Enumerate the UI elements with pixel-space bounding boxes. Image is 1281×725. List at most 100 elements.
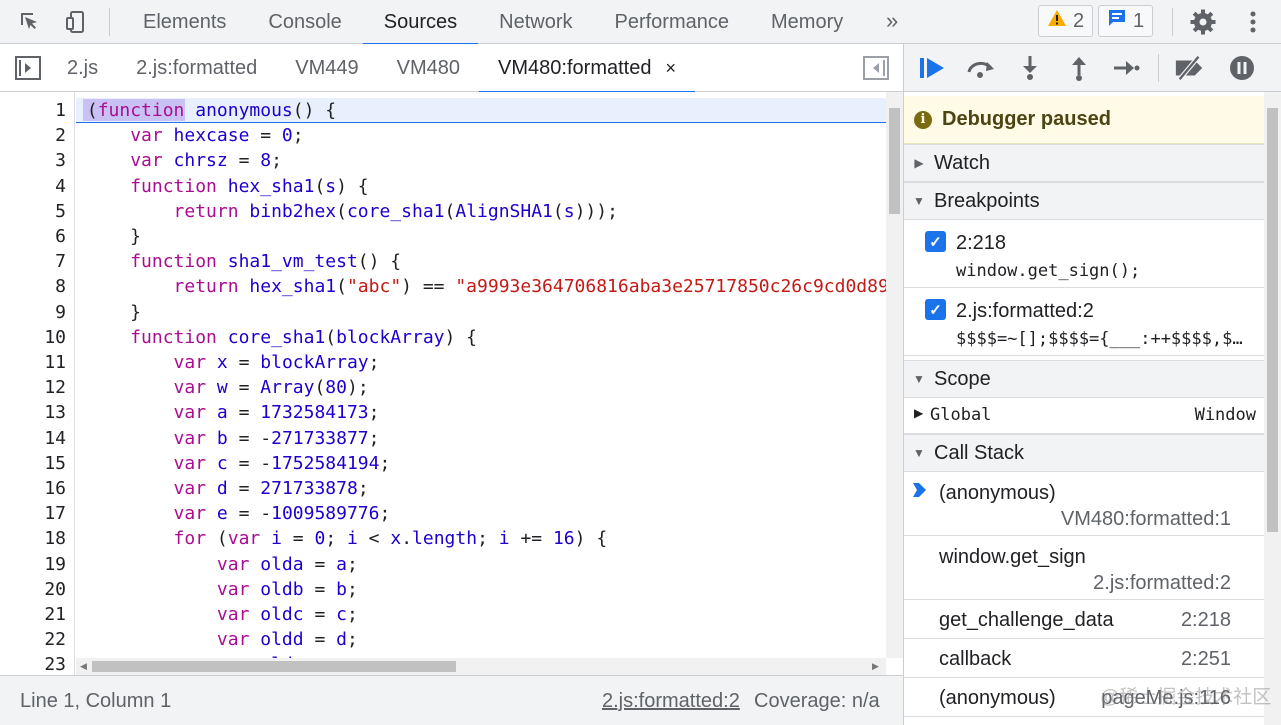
- scroll-left-icon[interactable]: ◀: [80, 661, 87, 672]
- call-frame-location[interactable]: 2.js:formatted:2: [1093, 572, 1231, 595]
- toggle-debugger-icon[interactable]: [862, 54, 890, 82]
- scope-global-row[interactable]: ▶ Global Window: [904, 398, 1264, 434]
- toggle-navigator-icon[interactable]: [14, 54, 42, 82]
- line-number[interactable]: 19: [6, 552, 66, 577]
- call-frame[interactable]: callback 2:251: [904, 639, 1264, 678]
- code-editor[interactable]: 1 2 3 4 5 6 7 8 9 10 11 12 13 14 15 16 17 18 19 20 21 22 23 (f…: [0, 92, 903, 675]
- close-icon[interactable]: ×: [665, 58, 676, 79]
- tab-performance[interactable]: Performance: [594, 0, 751, 44]
- line-number[interactable]: 17: [6, 501, 66, 526]
- tab-memory[interactable]: Memory: [750, 0, 864, 44]
- tab-console[interactable]: Console: [247, 0, 362, 44]
- horizontal-scrollbar[interactable]: ◀ ▶: [76, 658, 886, 675]
- line-number[interactable]: 9: [6, 300, 66, 325]
- call-frame[interactable]: window.get_sign 2.js:formatted:2: [904, 536, 1264, 600]
- file-tab-2js-formatted[interactable]: 2.js:formatted: [117, 44, 276, 92]
- file-tab-2js[interactable]: 2.js: [48, 44, 117, 92]
- warnings-badge[interactable]: 2: [1038, 5, 1094, 37]
- step-out-icon[interactable]: [1063, 54, 1095, 82]
- code-line[interactable]: var e = -1009589776;: [76, 501, 391, 526]
- call-frame[interactable]: get_challenge_data 2:218: [904, 600, 1264, 639]
- code-line[interactable]: }: [76, 224, 141, 249]
- code-line[interactable]: }: [76, 300, 141, 325]
- code-line[interactable]: for (var i = 0; i < x.length; i += 16) {: [76, 526, 608, 551]
- code-line[interactable]: var w = Array(80);: [76, 375, 369, 400]
- code-line[interactable]: var a = 1732584173;: [76, 400, 380, 425]
- call-frame-selected[interactable]: (anonymous) VM480:formatted:1: [904, 472, 1264, 536]
- scrollbar-thumb[interactable]: [1267, 108, 1278, 532]
- line-number[interactable]: 4: [6, 174, 66, 199]
- line-number[interactable]: 10: [6, 325, 66, 350]
- resume-icon[interactable]: [916, 54, 948, 82]
- breakpoints-section-header[interactable]: ▼ Breakpoints: [904, 182, 1264, 220]
- scroll-right-icon[interactable]: ▶: [872, 661, 879, 672]
- code-line[interactable]: var x = blockArray;: [76, 350, 380, 375]
- breakpoint-item[interactable]: ✓ 2:218 window.get_sign();: [904, 220, 1264, 288]
- line-number[interactable]: 7: [6, 249, 66, 274]
- code-line[interactable]: function hex_sha1(s) {: [76, 174, 368, 199]
- gear-icon[interactable]: [1189, 8, 1217, 36]
- file-tab-vm449[interactable]: VM449: [276, 44, 377, 92]
- more-tabs-icon[interactable]: »: [886, 8, 898, 34]
- more-options-icon[interactable]: [1239, 8, 1267, 36]
- code-line[interactable]: var d = 271733878;: [76, 476, 369, 501]
- scope-section-header[interactable]: ▼ Scope: [904, 360, 1264, 398]
- line-number-gutter[interactable]: 1 2 3 4 5 6 7 8 9 10 11 12 13 14 15 16 17 18 19 20 21 22 23: [0, 92, 75, 675]
- file-tab-vm480[interactable]: VM480: [378, 44, 479, 92]
- code-line[interactable]: var b = -271733877;: [76, 426, 380, 451]
- vertical-scrollbar[interactable]: [886, 92, 903, 658]
- scrollbar-thumb[interactable]: [92, 661, 456, 672]
- code-line[interactable]: var chrsz = 8;: [76, 148, 282, 173]
- step-icon[interactable]: [1110, 54, 1142, 82]
- code-line[interactable]: var olda = a;: [76, 552, 358, 577]
- deactivate-breakpoints-icon[interactable]: [1174, 54, 1206, 82]
- pause-on-exceptions-icon[interactable]: [1226, 54, 1258, 82]
- file-tab-vm480-formatted[interactable]: VM480:formatted ×: [479, 44, 695, 93]
- code-line[interactable]: return binb2hex(core_sha1(AlignSHA1(s)))…: [76, 199, 618, 224]
- scrollbar-thumb[interactable]: [889, 108, 900, 214]
- step-into-icon[interactable]: [1014, 54, 1046, 82]
- line-number[interactable]: 22: [6, 627, 66, 652]
- call-frame-location[interactable]: 2:251: [1181, 648, 1231, 671]
- code-line[interactable]: (function anonymous() {: [76, 98, 336, 123]
- code-line[interactable]: var oldb = b;: [76, 577, 358, 602]
- code-line[interactable]: function core_sha1(blockArray) {: [76, 325, 477, 350]
- line-number[interactable]: 11: [6, 350, 66, 375]
- step-over-icon[interactable]: [965, 54, 997, 82]
- breakpoint-checkbox[interactable]: ✓: [925, 231, 946, 252]
- code-content[interactable]: (function anonymous() { var hexcase = 0;…: [76, 92, 886, 658]
- messages-badge[interactable]: 1: [1098, 5, 1154, 37]
- code-line[interactable]: var oldd = d;: [76, 627, 358, 652]
- line-number[interactable]: 16: [6, 476, 66, 501]
- sidebar-scrollbar[interactable]: [1264, 92, 1281, 725]
- line-number[interactable]: 20: [6, 577, 66, 602]
- tab-elements[interactable]: Elements: [122, 0, 247, 44]
- line-number[interactable]: 2: [6, 123, 66, 148]
- line-number[interactable]: 6: [6, 224, 66, 249]
- line-number[interactable]: 12: [6, 375, 66, 400]
- line-number[interactable]: 23: [6, 652, 66, 675]
- code-line[interactable]: var c = -1752584194;: [76, 451, 391, 476]
- line-number[interactable]: 18: [6, 526, 66, 551]
- line-number[interactable]: 8: [6, 274, 66, 299]
- tab-sources[interactable]: Sources: [362, 0, 479, 45]
- call-stack-section-header[interactable]: ▼ Call Stack: [904, 434, 1264, 472]
- inspect-element-icon[interactable]: [16, 8, 44, 36]
- breakpoint-checkbox[interactable]: ✓: [925, 299, 946, 320]
- code-line[interactable]: var oldc = c;: [76, 602, 358, 627]
- code-line[interactable]: function sha1_vm_test() {: [76, 249, 401, 274]
- line-number[interactable]: 3: [6, 148, 66, 173]
- code-line[interactable]: return hex_sha1("abc") == "a9993e3647068…: [76, 274, 886, 299]
- call-frame-location[interactable]: VM480:formatted:1: [1061, 508, 1231, 531]
- code-line[interactable]: var hexcase = 0;: [76, 123, 303, 148]
- device-toolbar-icon[interactable]: [62, 8, 90, 36]
- call-frame-location[interactable]: 2:218: [1181, 609, 1231, 632]
- tab-network[interactable]: Network: [478, 0, 593, 44]
- line-number[interactable]: 13: [6, 400, 66, 425]
- line-number[interactable]: 15: [6, 451, 66, 476]
- line-number[interactable]: 14: [6, 426, 66, 451]
- breakpoint-item[interactable]: ✓ 2.js:formatted:2 $$$$=~[];$$$$={___:++…: [904, 288, 1264, 356]
- line-number[interactable]: 21: [6, 602, 66, 627]
- source-map-link[interactable]: 2.js:formatted:2: [602, 690, 740, 713]
- line-number[interactable]: 5: [6, 199, 66, 224]
